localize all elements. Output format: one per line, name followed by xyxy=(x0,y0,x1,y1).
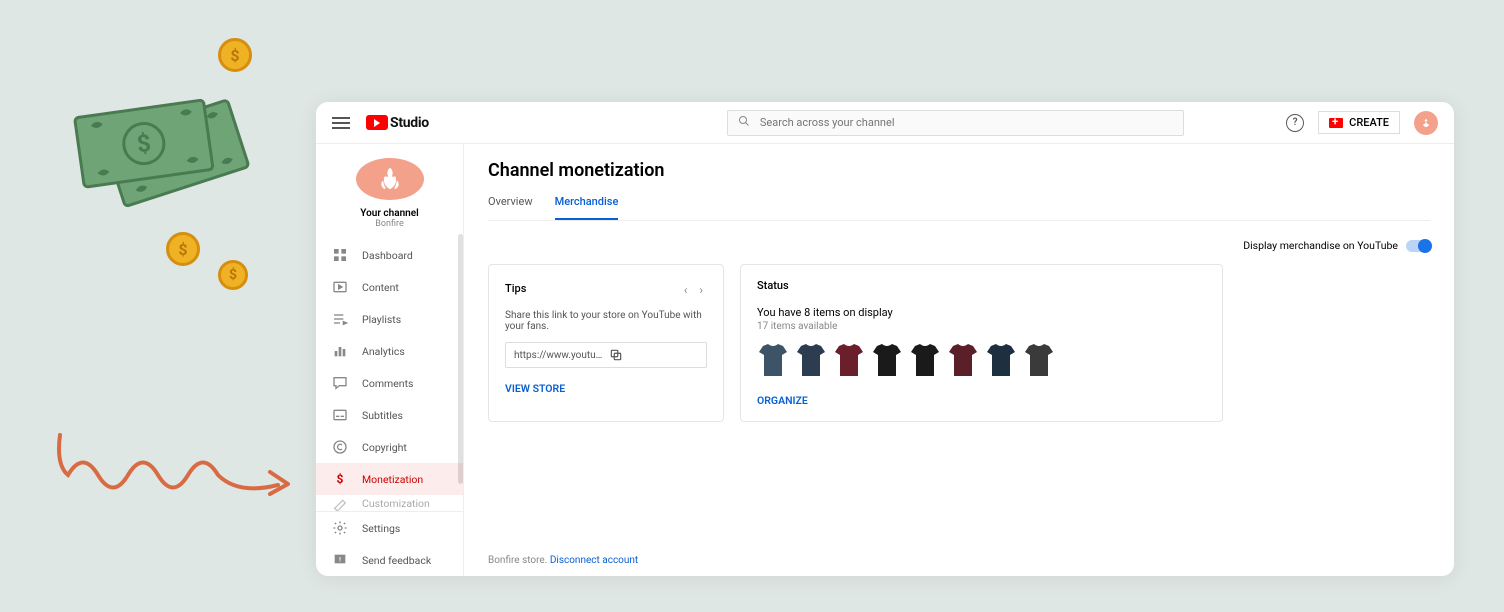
customization-icon xyxy=(332,495,348,511)
tips-prev-icon[interactable]: ‹ xyxy=(680,283,692,297)
status-title: Status xyxy=(757,279,1206,292)
sidebar-item-comments[interactable]: Comments xyxy=(316,367,463,399)
decoration-coin: $ xyxy=(218,38,252,72)
sidebar-item-subtitles[interactable]: Subtitles xyxy=(316,399,463,431)
sidebar-item-analytics[interactable]: Analytics xyxy=(316,335,463,367)
merch-item[interactable] xyxy=(795,342,827,378)
sidebar-item-label: Content xyxy=(362,281,399,294)
merch-item[interactable] xyxy=(757,342,789,378)
sidebar-item-monetization[interactable]: $ Monetization xyxy=(316,463,463,495)
search-input[interactable] xyxy=(760,116,1173,129)
store-link-box: https://www.youtube.com/channel/UCVq... xyxy=(505,342,707,368)
create-label: CREATE xyxy=(1349,116,1389,129)
sidebar-item-label: Subtitles xyxy=(362,409,403,422)
playlists-icon xyxy=(332,311,348,327)
store-footer: Bonfire store. Disconnect account xyxy=(488,555,1430,566)
tab-merchandise[interactable]: Merchandise xyxy=(555,195,619,220)
decoration-coin: $ xyxy=(218,260,248,290)
comments-icon xyxy=(332,375,348,391)
decoration-squiggle-arrow xyxy=(52,430,292,510)
sidebar-item-label: Dashboard xyxy=(362,249,413,262)
create-icon xyxy=(1329,118,1343,128)
sidebar-item-label: Settings xyxy=(362,522,400,535)
help-icon[interactable]: ? xyxy=(1286,114,1304,132)
channel-name: Your channel xyxy=(316,208,463,219)
sidebar-item-settings[interactable]: Settings xyxy=(316,512,463,544)
main-content: Channel monetization Overview Merchandis… xyxy=(464,144,1454,576)
analytics-icon xyxy=(332,343,348,359)
sidebar-item-label: Monetization xyxy=(362,473,423,486)
page-title: Channel monetization xyxy=(488,160,1430,181)
tips-title: Tips xyxy=(505,282,526,295)
feedback-icon: ! xyxy=(332,552,348,568)
decoration-cash: $ $ xyxy=(70,70,270,230)
merch-item[interactable] xyxy=(871,342,903,378)
merch-item[interactable] xyxy=(1023,342,1055,378)
merch-item[interactable] xyxy=(909,342,941,378)
sidebar-item-label: Comments xyxy=(362,377,413,390)
sidebar: Your channel Bonfire Dashboard Content P… xyxy=(316,144,464,576)
subtitles-icon xyxy=(332,407,348,423)
decoration-coin: $ xyxy=(166,232,200,266)
organize-link[interactable]: ORGANIZE xyxy=(757,394,1206,407)
copyright-icon xyxy=(332,439,348,455)
display-merch-toggle-row: Display merchandise on YouTube xyxy=(488,239,1430,252)
menu-icon[interactable] xyxy=(332,114,350,132)
sidebar-nav: Dashboard Content Playlists Analytics Co… xyxy=(316,239,463,511)
toggle-label: Display merchandise on YouTube xyxy=(1243,239,1398,252)
display-merch-toggle[interactable] xyxy=(1406,240,1430,252)
sidebar-item-customization[interactable]: Customization xyxy=(316,495,463,511)
disconnect-link[interactable]: Disconnect account xyxy=(550,555,638,566)
content-icon xyxy=(332,279,348,295)
sidebar-item-feedback[interactable]: ! Send feedback xyxy=(316,544,463,576)
sidebar-item-playlists[interactable]: Playlists xyxy=(316,303,463,335)
sidebar-scrollbar[interactable] xyxy=(458,234,463,484)
view-store-link[interactable]: VIEW STORE xyxy=(505,382,707,395)
sidebar-item-label: Send feedback xyxy=(362,554,431,567)
svg-text:!: ! xyxy=(339,555,341,563)
sidebar-item-label: Analytics xyxy=(362,345,405,358)
store-url: https://www.youtube.com/channel/UCVq... xyxy=(514,350,603,361)
tips-body: Share this link to your store on YouTube… xyxy=(505,310,707,332)
merch-item[interactable] xyxy=(985,342,1017,378)
channel-subtitle: Bonfire xyxy=(316,219,463,229)
sidebar-item-label: Copyright xyxy=(362,441,407,454)
footer-prefix: Bonfire store. xyxy=(488,555,550,566)
search-box[interactable] xyxy=(727,110,1184,136)
sidebar-item-dashboard[interactable]: Dashboard xyxy=(316,239,463,271)
search-icon xyxy=(738,115,750,130)
sidebar-item-label: Playlists xyxy=(362,313,401,326)
sidebar-item-copyright[interactable]: Copyright xyxy=(316,431,463,463)
dashboard-icon xyxy=(332,247,348,263)
status-subline: 17 items available xyxy=(757,321,1206,332)
monetization-icon: $ xyxy=(332,471,348,487)
svg-text:$: $ xyxy=(337,472,344,486)
studio-logo[interactable]: Studio xyxy=(366,115,429,131)
tips-next-icon[interactable]: › xyxy=(695,283,707,297)
topbar: Studio ? CREATE xyxy=(316,102,1454,144)
gear-icon xyxy=(332,520,348,536)
tabs: Overview Merchandise xyxy=(488,195,1430,221)
sidebar-item-label: Customization xyxy=(362,497,430,510)
account-avatar[interactable] xyxy=(1414,111,1438,135)
merch-item[interactable] xyxy=(833,342,865,378)
studio-window: Studio ? CREATE Your channel Bonfire xyxy=(316,102,1454,576)
status-headline: You have 8 items on display xyxy=(757,306,1206,319)
logo-text: Studio xyxy=(390,115,429,131)
tips-card: Tips ‹ › Share this link to your store o… xyxy=(488,264,724,422)
merch-item[interactable] xyxy=(947,342,979,378)
status-card: Status You have 8 items on display 17 it… xyxy=(740,264,1223,422)
tab-overview[interactable]: Overview xyxy=(488,195,533,220)
channel-avatar[interactable] xyxy=(356,158,424,200)
merch-thumbnails xyxy=(757,342,1206,378)
copy-icon[interactable] xyxy=(609,348,698,362)
youtube-icon xyxy=(366,115,388,130)
sidebar-item-content[interactable]: Content xyxy=(316,271,463,303)
create-button[interactable]: CREATE xyxy=(1318,111,1400,134)
